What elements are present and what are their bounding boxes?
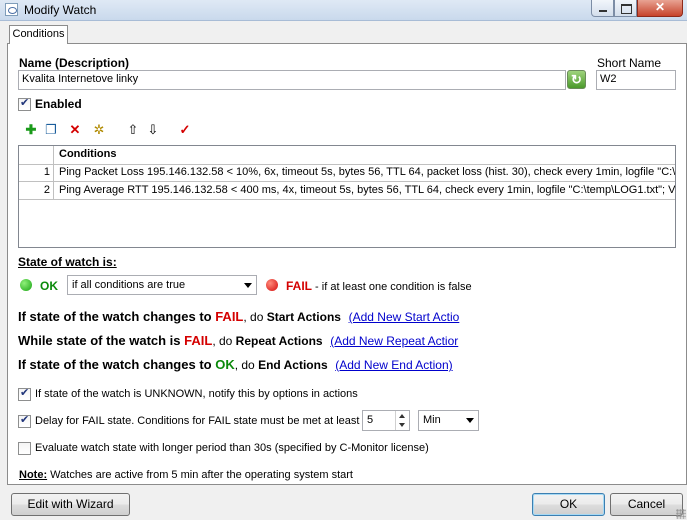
cancel-button[interactable]: Cancel [610,493,683,516]
row-condition-text: Ping Average RTT 195.146.132.58 < 400 ms… [59,184,676,196]
tab-conditions[interactable]: Conditions [9,25,68,44]
note-text: Note: Watches are active from 5 min afte… [19,469,353,481]
delete-icon[interactable]: ✕ [68,123,82,137]
delay-value: 5 [367,414,374,426]
fail-label: FAIL [286,279,312,293]
close-button[interactable] [637,0,683,17]
ok-label: OK [40,279,58,293]
table-row[interactable]: 1 Ping Packet Loss 195.146.132.58 < 10%,… [19,164,675,182]
ok-button[interactable]: OK [532,493,605,516]
delay-fail-label: Delay for FAIL state. Conditions for FAI… [35,415,360,427]
row-condition-text: Ping Packet Loss 195.146.132.58 < 10%, 6… [59,166,676,178]
add-start-action-link[interactable]: (Add New Start Actio [349,310,460,324]
minimize-button[interactable] [591,0,614,17]
copy-icon[interactable]: ❐ [44,123,58,137]
check-icon[interactable]: ✓ [178,123,192,137]
table-row[interactable]: 2 Ping Average RTT 195.146.132.58 < 400 … [19,182,675,200]
delay-fail-checkbox[interactable] [18,413,31,428]
row-number: 1 [19,164,54,181]
move-up-icon[interactable]: ⇧ [126,123,140,137]
row-number: 2 [19,182,54,199]
resize-grip[interactable] [676,509,686,519]
enabled-checkbox[interactable] [18,96,31,111]
longer-period-label: Evaluate watch state with longer period … [35,442,429,454]
condition-mode-value: if all conditions are true [72,279,186,291]
spin-up-icon[interactable] [396,411,409,420]
chevron-down-icon [462,411,478,429]
unknown-notify-checkbox[interactable] [18,386,31,401]
note-label: Note: [19,469,48,481]
settings-icon[interactable]: ✲ [92,123,106,137]
fail-description: - if at least one condition is false [312,281,472,293]
start-actions-line: If state of the watch changes to FAIL, d… [18,309,460,324]
longer-period-checkbox[interactable] [18,442,31,455]
enabled-label: Enabled [35,97,82,111]
window-title: Modify Watch [24,3,97,17]
edit-with-wizard-button[interactable]: Edit with Wizard [11,493,130,516]
name-label: Name (Description) [19,56,130,70]
end-actions-line: If state of the watch changes to OK, do … [18,357,453,372]
ok-status-icon [20,279,32,291]
spin-down-icon[interactable] [396,421,409,430]
delay-unit-select[interactable]: Min [418,410,479,431]
add-repeat-action-link[interactable]: (Add New Repeat Actior [330,334,458,348]
name-input[interactable]: Kvalita Internetove linky [18,70,566,90]
table-header: Conditions [19,146,675,165]
maximize-button[interactable] [614,0,637,17]
repeat-actions-line: While state of the watch is FAIL, do Rep… [18,333,459,348]
fail-status-icon [266,279,278,291]
short-name-label: Short Name [597,56,662,70]
refresh-icon[interactable]: ↻ [567,70,586,89]
unknown-notify-label: If state of the watch is UNKNOWN, notify… [35,388,358,400]
move-down-icon[interactable]: ⇩ [146,123,160,137]
conditions-column-header: Conditions [59,148,117,160]
short-name-input[interactable]: W2 [596,70,676,90]
state-heading: State of watch is: [18,255,117,269]
condition-mode-select[interactable]: if all conditions are true [67,275,257,295]
conditions-table: Conditions 1 Ping Packet Loss 195.146.13… [18,145,676,248]
add-icon[interactable]: ✚ [24,123,38,137]
title-bar: Modify Watch [0,0,687,21]
delay-unit-value: Min [423,414,441,426]
add-end-action-link[interactable]: (Add New End Action) [335,358,452,372]
chevron-down-icon [240,276,256,294]
delay-value-stepper[interactable]: 5 [362,410,410,431]
app-icon [5,3,18,16]
